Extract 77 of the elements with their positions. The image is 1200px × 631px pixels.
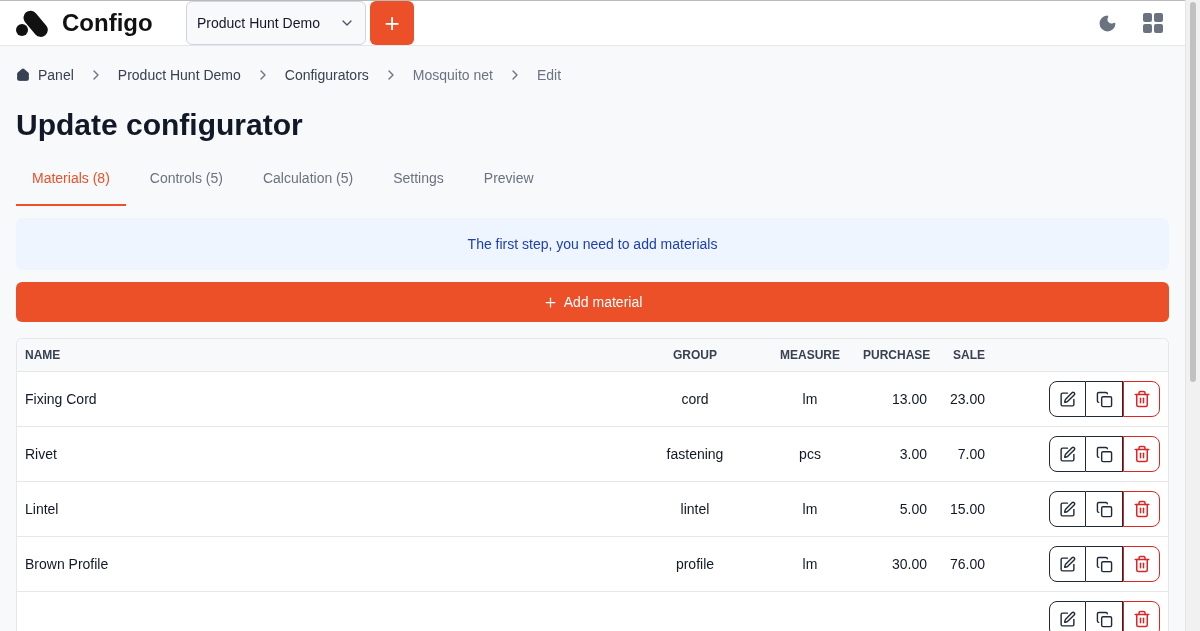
table-cell-text: Brown Profile bbox=[24, 556, 110, 572]
table-cell-text: Fixing Cord bbox=[24, 391, 98, 407]
page-title: Update configurator bbox=[16, 108, 304, 142]
table-cell-text: 3.00 bbox=[898, 446, 928, 462]
breadcrumb-link[interactable]: Product Hunt Demo bbox=[117, 67, 241, 83]
table-cell-text: 7.00 bbox=[956, 446, 986, 462]
breadcrumb-link[interactable]: Mosquito net bbox=[412, 67, 493, 83]
column-header: MEASURE bbox=[779, 348, 841, 362]
delete-button[interactable] bbox=[1123, 436, 1160, 472]
table-cell-text: Lintel bbox=[24, 501, 60, 517]
column-header: NAME bbox=[24, 348, 62, 362]
table-cell-text: cord bbox=[680, 391, 710, 407]
column-header: PURCHASE bbox=[862, 348, 932, 362]
table-cell-text: lm bbox=[801, 391, 819, 407]
edit-button[interactable] bbox=[1049, 436, 1086, 472]
delete-button[interactable] bbox=[1123, 381, 1160, 417]
tab[interactable]: Materials (8) bbox=[16, 156, 126, 206]
table-cell-text: 23.00 bbox=[948, 391, 986, 407]
table-cell-text: 30.00 bbox=[890, 556, 928, 572]
pencil-square-icon bbox=[1059, 610, 1076, 628]
brand-name: Configo bbox=[62, 9, 153, 37]
table-cell-text: profile bbox=[674, 556, 716, 572]
home-icon bbox=[16, 68, 30, 82]
breadcrumb-link[interactable]: Configurators bbox=[284, 67, 369, 83]
table-cell-text: 15.00 bbox=[948, 501, 986, 517]
duplicate-button[interactable] bbox=[1086, 601, 1123, 631]
pencil-square-icon bbox=[1059, 390, 1076, 408]
duplicate-button[interactable] bbox=[1086, 381, 1123, 417]
table-cell-text: lm bbox=[801, 556, 819, 572]
trash-icon bbox=[1132, 610, 1151, 628]
edit-button[interactable] bbox=[1049, 601, 1086, 631]
trash-icon bbox=[1132, 390, 1151, 408]
plus-icon bbox=[542, 294, 558, 310]
apps-grid-icon[interactable] bbox=[1143, 13, 1163, 33]
duplicate-button[interactable] bbox=[1086, 546, 1123, 582]
breadcrumb-link[interactable]: Edit bbox=[537, 67, 562, 83]
add-project-button[interactable]: + bbox=[370, 1, 414, 45]
add-material-button[interactable]: Add material bbox=[16, 282, 1169, 322]
duplicate-button[interactable] bbox=[1086, 491, 1123, 527]
table-cell-text: 13.00 bbox=[890, 391, 928, 407]
copy-icon bbox=[1095, 445, 1113, 463]
table-cell-text: Rivet bbox=[24, 446, 58, 462]
table-cell-text: 5.00 bbox=[898, 501, 928, 517]
tab[interactable]: Calculation (5) bbox=[246, 156, 370, 206]
dark-mode-icon[interactable] bbox=[1098, 13, 1117, 33]
pencil-square-icon bbox=[1059, 555, 1076, 573]
scrollbar-thumb[interactable] bbox=[1190, 2, 1196, 382]
table-cell-text: lintel bbox=[679, 501, 711, 517]
breadcrumb-link[interactable]: Panel bbox=[16, 67, 74, 83]
project-select[interactable]: Product Hunt Demo bbox=[186, 1, 366, 45]
copy-icon bbox=[1095, 500, 1113, 518]
edit-button[interactable] bbox=[1049, 381, 1086, 417]
duplicate-button[interactable] bbox=[1086, 436, 1123, 472]
edit-button[interactable] bbox=[1049, 546, 1086, 582]
column-header: SALE bbox=[952, 348, 986, 362]
tab[interactable]: Preview bbox=[467, 156, 550, 206]
tab[interactable]: Controls (5) bbox=[133, 156, 239, 206]
copy-icon bbox=[1095, 390, 1113, 408]
trash-icon bbox=[1132, 445, 1151, 463]
trash-icon bbox=[1132, 500, 1151, 518]
delete-button[interactable] bbox=[1123, 601, 1160, 631]
delete-button[interactable] bbox=[1123, 491, 1160, 527]
pencil-square-icon bbox=[1059, 500, 1076, 518]
column-header: GROUP bbox=[672, 348, 718, 362]
info-notice: The first step, you need to add materials bbox=[16, 218, 1169, 270]
copy-icon bbox=[1095, 555, 1113, 573]
pencil-square-icon bbox=[1059, 445, 1076, 463]
edit-button[interactable] bbox=[1049, 491, 1086, 527]
trash-icon bbox=[1132, 555, 1151, 573]
table-cell-text: fastening bbox=[665, 446, 725, 462]
table-cell-text: 76.00 bbox=[948, 556, 986, 572]
logo-icon bbox=[16, 9, 50, 37]
table-cell-text: pcs bbox=[798, 446, 822, 462]
tab[interactable]: Settings bbox=[377, 156, 460, 206]
copy-icon bbox=[1095, 610, 1113, 628]
table-cell-text: lm bbox=[801, 501, 819, 517]
delete-button[interactable] bbox=[1123, 546, 1160, 582]
